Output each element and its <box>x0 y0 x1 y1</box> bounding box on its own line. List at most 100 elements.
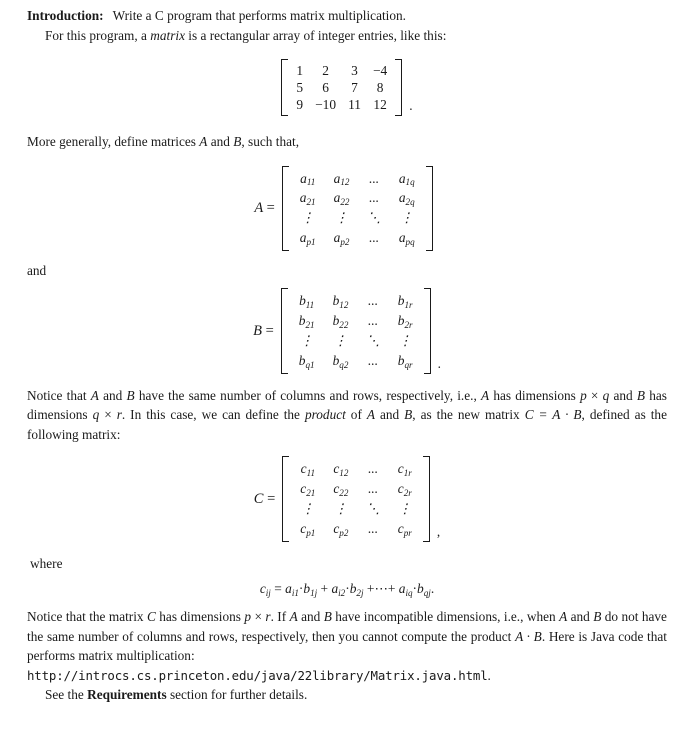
table-row: 5 6 7 8 <box>290 79 393 96</box>
table-row: cp1 cp2 ... cpr <box>291 519 421 539</box>
cell: apq <box>398 230 415 247</box>
example-matrix-display: 1 2 3 −4 5 6 7 8 9 −10 11 12 . <box>0 59 694 117</box>
cell: ⋱ <box>366 501 380 517</box>
closing-t3: . If <box>270 609 290 625</box>
cell: a1q <box>398 170 415 188</box>
c-equals-ab: C = A · B <box>524 407 582 423</box>
final-post: section for further details. <box>166 687 308 703</box>
table-row: c21 c22 ... c2r <box>291 479 421 499</box>
table-row: 9 −10 11 12 <box>290 96 393 113</box>
cell: c1r <box>397 461 412 479</box>
plus-sign: + <box>387 581 396 597</box>
term2: b1j <box>303 581 318 598</box>
table-row: a21 a22 ... a2q <box>291 188 424 208</box>
table-row: 1 2 3 −4 <box>290 62 393 79</box>
cell: ⋮ <box>301 210 315 226</box>
cell: a11 <box>300 170 316 188</box>
cell: c11 <box>300 461 315 479</box>
table-row: ap1 ap2 ... apq <box>291 228 424 248</box>
cdots: ⋯ <box>374 581 388 597</box>
matrix-c-label: C = <box>253 490 276 507</box>
times-symbol: × <box>99 407 117 423</box>
and-label: and <box>27 262 47 278</box>
term1: ai1 <box>285 581 299 598</box>
cell: ... <box>369 170 380 186</box>
cell: ap2 <box>333 230 350 247</box>
matrix-a-table: a11 a12 ... a1q a21 a22 ... a2q ⋮ ⋮ ⋱ ⋮ <box>291 169 424 248</box>
more-generally-mid: and <box>207 134 234 150</box>
term4: b2j <box>349 581 364 598</box>
matrix-b-punct: . <box>437 355 441 371</box>
cell: ⋮ <box>299 333 314 349</box>
matrix-c-display: C = c11 c12 ... c1r c21 c22 ... c2r ⋮ ⋮ <box>0 456 694 543</box>
cell: bqr <box>397 352 413 370</box>
times-symbol: × <box>251 609 266 625</box>
cell: ... <box>369 190 380 206</box>
cell: 9 <box>296 97 304 113</box>
table-row: b21 b22 ... b2r <box>290 311 422 331</box>
cell: bq1 <box>298 352 315 370</box>
closing-t6: and <box>567 609 594 625</box>
cell: ⋮ <box>301 501 315 517</box>
where-paragraph: where <box>30 554 667 574</box>
where-label: where <box>30 555 63 571</box>
matrix-term-italic: matrix <box>150 27 185 43</box>
cell: ⋮ <box>398 501 412 517</box>
var-a: A <box>559 609 568 625</box>
var-b: B <box>126 387 135 403</box>
term5: aiq <box>398 581 413 598</box>
cell: −4 <box>372 63 388 79</box>
a-dot-b: A · B <box>515 628 542 644</box>
cell: 6 <box>322 80 329 96</box>
cell: −10 <box>315 97 337 113</box>
var-a: A <box>289 609 298 625</box>
url-period: . <box>487 667 491 683</box>
var-a: A <box>90 387 99 403</box>
more-generally-post: , such that, <box>241 134 300 150</box>
cell: c2r <box>397 481 412 498</box>
matrix-b-label: B = <box>253 322 274 339</box>
table-row: ⋮ ⋮ ⋱ ⋮ <box>291 208 424 228</box>
cell: b21 <box>298 313 315 330</box>
notice-t1: Notice that <box>27 387 91 403</box>
matrix-a: a11 a12 ... a1q a21 a22 ... a2q ⋮ ⋮ ⋱ ⋮ <box>281 165 433 252</box>
matrix-b-table: b11 b12 ... b1r b21 b22 ... b2r ⋮ ⋮ ⋱ ⋮ <box>290 291 422 370</box>
product-italic: product <box>304 407 346 423</box>
more-generally-paragraph: More generally, define matrices A and B,… <box>27 132 667 152</box>
matrix-java-url[interactable]: http://introcs.cs.princeton.edu/java/22l… <box>27 668 488 683</box>
cell: ... <box>369 230 380 246</box>
cell: c21 <box>300 481 316 498</box>
closing-t2: has dimensions <box>155 609 245 625</box>
times-symbol: × <box>586 387 603 403</box>
notice-t5: and <box>609 387 637 403</box>
intro-line1: Write a C program that performs matrix m… <box>112 8 406 23</box>
matrix-c: c11 c12 ... c1r c21 c22 ... c2r ⋮ ⋮ ⋱ ⋮ <box>282 456 430 543</box>
notice-t8: of <box>345 407 367 423</box>
cell: 1 <box>296 63 304 79</box>
notice-t7: . In this case, we can define the <box>121 407 305 423</box>
more-generally-pre: More generally, define matrices <box>27 134 200 150</box>
cell: ⋱ <box>366 333 380 349</box>
and-paragraph: and <box>27 261 667 281</box>
final-pre: See the <box>45 687 88 703</box>
cell: 8 <box>376 80 384 96</box>
matrix-c-table: c11 c12 ... c1r c21 c22 ... c2r ⋮ ⋮ ⋱ ⋮ <box>291 459 421 538</box>
notice-paragraph: Notice that A and B have the same number… <box>27 386 667 445</box>
cell: cp2 <box>333 520 349 538</box>
var-b: B <box>323 609 332 625</box>
cell: ... <box>368 520 379 536</box>
cell: ... <box>368 461 379 477</box>
matrix-a-label: A = <box>254 199 275 216</box>
table-row: b11 b12 ... b1r <box>290 291 422 311</box>
cell: b1r <box>397 293 413 311</box>
notice-t9: and <box>375 407 405 423</box>
requirements-bold: Requirements <box>87 687 167 703</box>
cell: ... <box>368 481 379 497</box>
cell: 3 <box>351 63 358 79</box>
closing-t4: and <box>297 609 324 625</box>
cell: ... <box>368 352 379 368</box>
cell: ⋮ <box>334 501 348 517</box>
var-a: A <box>481 387 490 403</box>
matrix-b-display: B = b11 b12 ... b1r b21 b22 ... b2r ⋮ ⋮ <box>0 288 694 375</box>
cell: ⋮ <box>333 333 348 349</box>
